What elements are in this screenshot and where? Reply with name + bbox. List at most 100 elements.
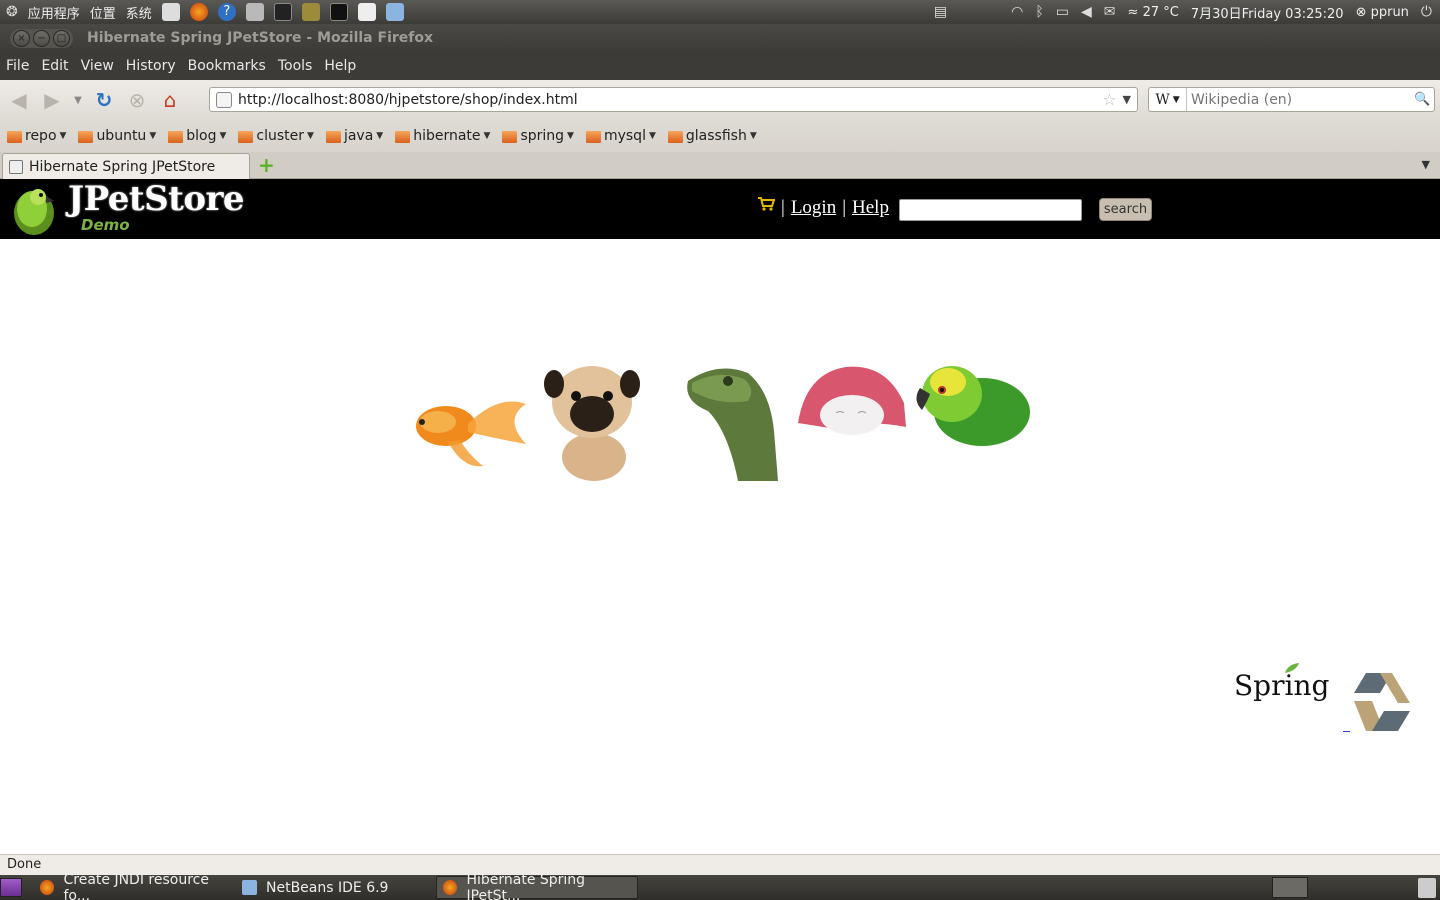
dog-image[interactable] xyxy=(542,362,644,484)
bookmarks-toolbar: repo ▼ ubuntu ▼ blog ▼ cluster ▼ java ▼ hiber… xyxy=(0,120,1440,152)
chevron-down-icon: ▼ xyxy=(483,131,491,141)
chevron-down-icon: ▼ xyxy=(376,131,384,141)
navigation-toolbar: ◀ ▶ ▼ ↻ ⊗ ⌂ http://localhost:8080/hjpets… xyxy=(0,80,1440,120)
task-create-jndi[interactable]: Create JNDI resource fo... xyxy=(34,872,234,900)
search-engine-selector[interactable]: W ▼ xyxy=(1149,88,1187,111)
bookmark-folder-spring[interactable]: spring ▼ xyxy=(502,128,574,144)
help-link[interactable]: Help xyxy=(852,197,889,219)
screenshot-launcher-icon[interactable] xyxy=(161,3,180,21)
folder-icon xyxy=(7,131,22,143)
home-icon[interactable]: ⌂ xyxy=(156,86,184,114)
menu-edit[interactable]: Edit xyxy=(35,58,74,74)
task-netbeans[interactable]: NetBeans IDE 6.9 xyxy=(236,876,432,899)
calculator-launcher-icon[interactable] xyxy=(245,3,264,21)
weather-text: 27 °C xyxy=(1142,4,1179,20)
task-hibernate-spring-jpetstore[interactable]: Hibernate Spring JPetSt... xyxy=(436,872,638,900)
help-launcher-icon[interactable]: ? xyxy=(217,3,236,21)
back-icon[interactable]: ◀ xyxy=(5,86,33,114)
bluetooth-icon[interactable]: ᛒ xyxy=(1035,4,1043,20)
login-link[interactable]: Login xyxy=(791,197,836,219)
dictionary-launcher-icon[interactable] xyxy=(301,3,320,21)
chevron-down-icon: ▼ xyxy=(149,131,157,141)
parrot-logo-icon[interactable] xyxy=(10,183,58,235)
bookmark-folder-java[interactable]: java ▼ xyxy=(325,128,384,144)
bird-image[interactable] xyxy=(912,360,1032,450)
bookmark-folder-glassfish[interactable]: glassfish ▼ xyxy=(667,128,757,144)
bookmark-label: cluster xyxy=(256,128,305,144)
menu-history[interactable]: History xyxy=(120,58,182,74)
menu-help[interactable]: Help xyxy=(318,58,362,74)
netbeans-launcher-icon[interactable] xyxy=(385,3,404,21)
new-tab-plus-icon[interactable]: + xyxy=(258,155,275,175)
hibernate-logo-icon[interactable] xyxy=(1352,671,1412,733)
places-menu[interactable]: 位置 xyxy=(90,3,116,22)
fish-image[interactable] xyxy=(408,384,530,474)
site-identity-icon[interactable] xyxy=(216,91,232,108)
terminal-launcher-icon[interactable] xyxy=(329,3,348,21)
bookmark-folder-blog[interactable]: blog ▼ xyxy=(168,128,226,144)
menu-bookmarks[interactable]: Bookmarks xyxy=(182,58,272,74)
clock[interactable]: 7月30日Friday 03:25:20 xyxy=(1191,3,1344,22)
bookmark-folder-cluster[interactable]: cluster ▼ xyxy=(238,128,314,144)
window-titlebar[interactable]: × − □ Hibernate Spring JPetStore - Mozil… xyxy=(0,24,1440,52)
folder-icon xyxy=(502,131,518,143)
menu-tools[interactable]: Tools xyxy=(272,58,319,74)
user-indicator[interactable]: ⊗ pprun xyxy=(1356,5,1409,20)
bookmark-label: repo xyxy=(25,128,57,144)
tab-list-dropdown-icon[interactable]: ▼ xyxy=(1422,158,1430,171)
trash-icon[interactable] xyxy=(1418,878,1436,898)
ubuntu-logo-icon[interactable]: ❂ xyxy=(6,4,18,20)
system-menu[interactable]: 系统 xyxy=(126,3,152,22)
text-editor-launcher-icon[interactable] xyxy=(357,3,376,21)
reload-icon[interactable]: ↻ xyxy=(90,86,118,114)
bookmark-folder-hibernate[interactable]: hibernate ▼ xyxy=(395,128,490,144)
keyword-search-input[interactable] xyxy=(899,199,1082,221)
menu-view[interactable]: View xyxy=(75,58,120,74)
applications-menu[interactable]: 应用程序 xyxy=(28,3,80,22)
show-desktop-icon[interactable] xyxy=(0,878,22,897)
forward-icon[interactable]: ▶ xyxy=(38,86,66,114)
search-input[interactable] xyxy=(1187,91,1414,108)
system-monitor-launcher-icon[interactable] xyxy=(273,3,292,21)
menu-file[interactable]: File xyxy=(0,58,35,74)
chevron-down-icon: ▼ xyxy=(59,131,67,141)
close-window-button[interactable]: × xyxy=(13,29,30,47)
notes-icon[interactable]: ▤ xyxy=(934,4,947,20)
bookmark-folder-ubuntu[interactable]: ubuntu ▼ xyxy=(78,128,156,144)
search-bar[interactable]: W ▼ 🔍 xyxy=(1148,87,1435,112)
mail-icon[interactable]: ✉ xyxy=(1104,4,1116,20)
folder-icon xyxy=(667,131,683,143)
volume-icon[interactable]: ◀ xyxy=(1081,4,1092,20)
firefox-icon xyxy=(40,880,55,895)
search-button[interactable]: search xyxy=(1099,198,1152,221)
task-label: Hibernate Spring JPetSt... xyxy=(466,871,586,900)
battery-icon[interactable]: ▭ xyxy=(1056,4,1069,20)
menu-separator: | xyxy=(781,197,785,218)
spring-logo[interactable]: Spring xyxy=(1234,663,1330,702)
spring-logo-text: Spring xyxy=(1234,669,1330,702)
maximize-window-button[interactable]: □ xyxy=(53,29,70,47)
stop-icon[interactable]: ⊗ xyxy=(123,86,151,114)
url-bar[interactable]: http://localhost:8080/hjpetstore/shop/in… xyxy=(209,87,1138,112)
firefox-launcher-icon[interactable] xyxy=(189,3,208,21)
page-favicon-icon xyxy=(9,159,23,174)
reptile-image[interactable] xyxy=(678,361,782,481)
search-icon[interactable]: 🔍 xyxy=(1414,92,1434,107)
shopping-cart-icon[interactable] xyxy=(757,196,775,212)
weather-indicator[interactable]: ≈ 27 °C xyxy=(1128,5,1179,20)
power-icon[interactable]: ⏻ xyxy=(1421,4,1432,20)
url-dropdown-icon[interactable]: ▼ xyxy=(1123,93,1131,106)
wifi-icon[interactable]: ◠ xyxy=(1011,4,1023,20)
history-dropdown-icon[interactable]: ▼ xyxy=(71,86,85,114)
cat-image[interactable] xyxy=(796,363,908,439)
jpetstore-logo-text[interactable]: JPetStore xyxy=(68,179,245,219)
url-text[interactable]: http://localhost:8080/hjpetstore/shop/in… xyxy=(238,92,578,108)
bookmark-folder-mysql[interactable]: mysql ▼ xyxy=(585,128,656,144)
minimize-window-button[interactable]: − xyxy=(33,29,50,47)
tab-title: Hibernate Spring JPetStore xyxy=(29,158,216,175)
bookmark-folder-repo[interactable]: repo ▼ xyxy=(7,128,66,144)
bookmark-star-icon[interactable]: ☆ xyxy=(1102,90,1116,109)
workspace-switcher[interactable] xyxy=(1272,877,1308,898)
tab-hibernate-spring-jpetstore[interactable]: Hibernate Spring JPetStore xyxy=(2,153,250,179)
bookmark-label: glassfish xyxy=(685,128,747,144)
